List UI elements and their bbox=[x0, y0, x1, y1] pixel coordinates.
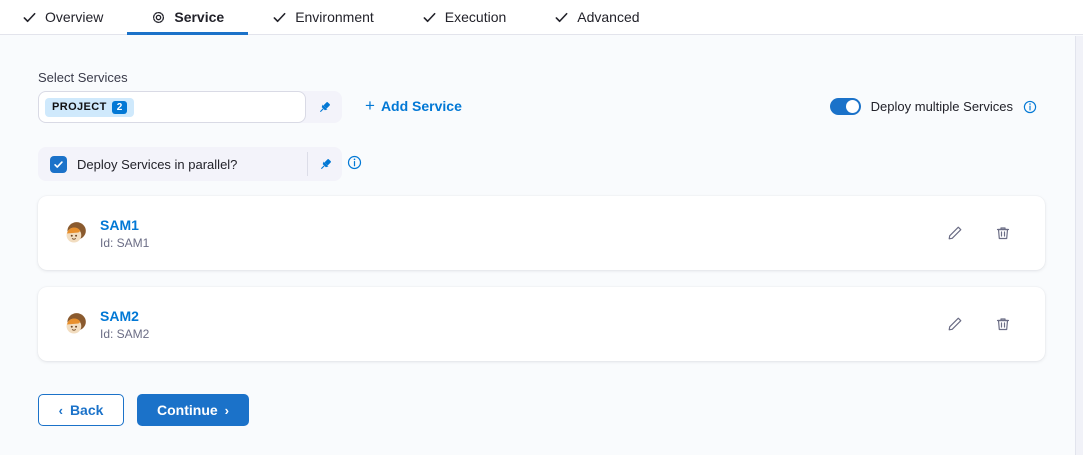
wizard-tab-bar: Overview Service Environment Execution A… bbox=[0, 0, 1083, 35]
deploy-parallel-row: Deploy Services in parallel? bbox=[38, 147, 342, 181]
deploy-multiple-services-label: Deploy multiple Services bbox=[871, 99, 1013, 114]
tab-label: Execution bbox=[445, 9, 506, 25]
chevron-left-icon: ‹ bbox=[59, 404, 63, 417]
toggle-knob bbox=[846, 100, 859, 113]
service-card-actions bbox=[943, 221, 1015, 245]
check-icon bbox=[22, 10, 37, 25]
service-name-link[interactable]: SAM1 bbox=[100, 217, 943, 233]
service-step-panel: Select Services PROJECT 2 + Add Servic bbox=[0, 36, 1083, 455]
edit-service-button[interactable] bbox=[943, 312, 967, 336]
plus-icon: + bbox=[365, 97, 375, 114]
check-icon bbox=[272, 10, 287, 25]
info-icon[interactable] bbox=[347, 155, 362, 170]
back-button-label: Back bbox=[70, 402, 103, 418]
project-chip[interactable]: PROJECT 2 bbox=[45, 98, 134, 117]
delete-service-button[interactable] bbox=[991, 312, 1015, 336]
tab-label: Environment bbox=[295, 9, 374, 25]
tab-overview[interactable]: Overview bbox=[22, 0, 127, 34]
service-id-text: Id: SAM1 bbox=[100, 236, 943, 250]
delete-service-button[interactable] bbox=[991, 221, 1015, 245]
deploy-parallel-checkbox[interactable] bbox=[50, 156, 67, 173]
tab-label: Advanced bbox=[577, 9, 639, 25]
pin-icon bbox=[318, 157, 333, 172]
chevron-right-icon: › bbox=[225, 404, 229, 417]
select-services-input[interactable]: PROJECT 2 bbox=[38, 91, 306, 123]
service-card-sam2: SAM2 Id: SAM2 bbox=[38, 287, 1045, 361]
tab-advanced[interactable]: Advanced bbox=[530, 0, 663, 34]
right-edge-panel bbox=[1075, 36, 1083, 455]
trash-icon bbox=[995, 316, 1011, 332]
service-id-text: Id: SAM2 bbox=[100, 327, 943, 341]
service-avatar-icon bbox=[62, 220, 88, 246]
service-avatar-icon bbox=[62, 311, 88, 337]
check-icon bbox=[422, 10, 437, 25]
tab-execution[interactable]: Execution bbox=[398, 0, 530, 34]
service-card-sam1: SAM1 Id: SAM1 bbox=[38, 196, 1045, 270]
pencil-icon bbox=[947, 316, 963, 332]
project-chip-label: PROJECT bbox=[52, 101, 107, 113]
select-services-label: Select Services bbox=[38, 70, 128, 85]
pin-runtime-input-button[interactable] bbox=[308, 157, 342, 172]
pin-runtime-input-button[interactable] bbox=[306, 91, 342, 123]
trash-icon bbox=[995, 225, 1011, 241]
deploy-multiple-services-group: Deploy multiple Services bbox=[830, 98, 1037, 115]
add-service-button[interactable]: + Add Service bbox=[365, 97, 462, 114]
continue-button[interactable]: Continue › bbox=[137, 394, 249, 426]
pin-icon bbox=[317, 100, 332, 115]
continue-button-label: Continue bbox=[157, 402, 218, 418]
tab-environment[interactable]: Environment bbox=[248, 0, 398, 34]
pencil-icon bbox=[947, 225, 963, 241]
tab-service[interactable]: Service bbox=[127, 0, 248, 34]
check-icon bbox=[554, 10, 569, 25]
wizard-footer: ‹ Back Continue › bbox=[38, 394, 249, 426]
deploy-multiple-services-toggle[interactable] bbox=[830, 98, 861, 115]
back-button[interactable]: ‹ Back bbox=[38, 394, 124, 426]
service-card-texts: SAM2 Id: SAM2 bbox=[100, 308, 943, 341]
select-services-group: PROJECT 2 bbox=[38, 91, 342, 123]
tab-label: Overview bbox=[45, 9, 103, 25]
service-card-actions bbox=[943, 312, 1015, 336]
add-service-label: Add Service bbox=[381, 98, 462, 114]
info-icon[interactable] bbox=[1023, 100, 1037, 114]
tab-label: Service bbox=[174, 9, 224, 25]
gear-icon bbox=[151, 10, 166, 25]
service-card-texts: SAM1 Id: SAM1 bbox=[100, 217, 943, 250]
edit-service-button[interactable] bbox=[943, 221, 967, 245]
deploy-parallel-label: Deploy Services in parallel? bbox=[77, 157, 307, 172]
project-chip-count-badge: 2 bbox=[112, 101, 128, 114]
service-name-link[interactable]: SAM2 bbox=[100, 308, 943, 324]
